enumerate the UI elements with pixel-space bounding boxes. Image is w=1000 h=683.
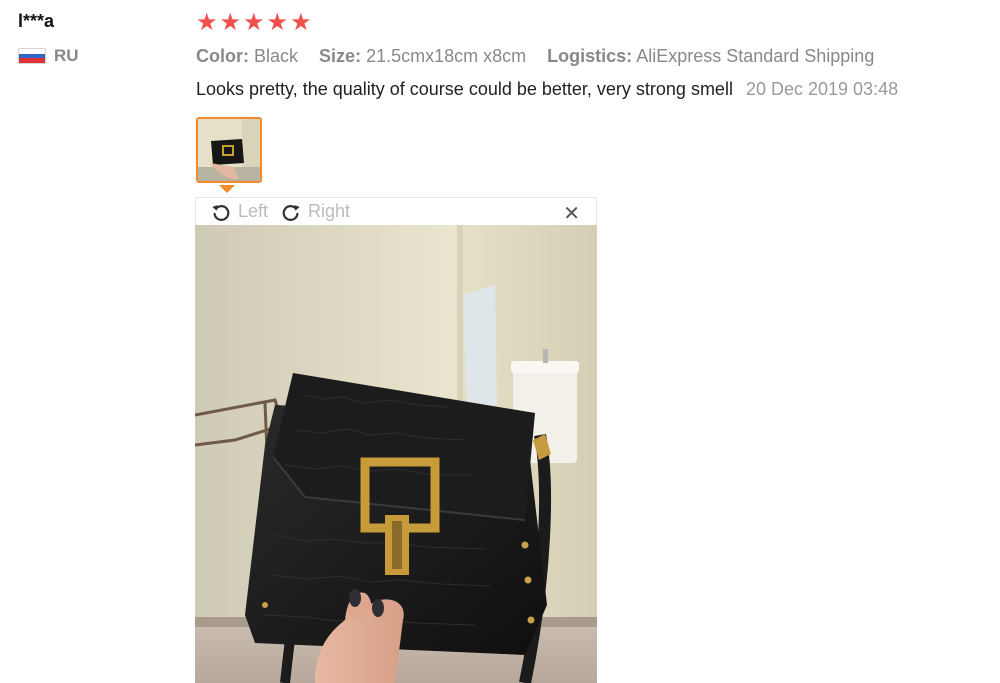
rotate-left-icon	[212, 204, 230, 221]
attr-color: Color: Black	[196, 46, 303, 66]
thumbnail-pointer	[219, 185, 235, 193]
star-icon: ★	[243, 9, 265, 36]
rotate-left-label: Left	[238, 201, 269, 221]
rotate-left-button[interactable]: Left	[210, 201, 268, 223]
attr-logistics: Logistics: AliExpress Standard Shipping	[547, 46, 874, 66]
rotate-right-icon	[282, 204, 300, 221]
order-attributes: Color: Black Size: 21.5cmx18cm x8cm Logi…	[196, 46, 986, 67]
review-body: ★ ★ ★ ★ ★ Color: Black Size: 21.5cmx18cm…	[196, 10, 986, 100]
review-date: 20 Dec 2019 03:48	[745, 79, 899, 99]
reviewer-info: l***a RU	[18, 10, 79, 66]
attr-value: 21.5cmx18cm x8cm	[366, 46, 527, 66]
review-photo-thumbnail[interactable]	[196, 117, 262, 183]
review-text-line: Looks pretty, the quality of course coul…	[196, 79, 986, 100]
star-icon: ★	[196, 9, 218, 36]
country-code: RU	[54, 46, 79, 65]
attr-size: Size: 21.5cmx18cm x8cm	[319, 46, 531, 66]
viewer-toolbar: Left Right ✕	[195, 197, 597, 225]
star-rating: ★ ★ ★ ★ ★	[196, 10, 986, 36]
star-icon: ★	[290, 9, 312, 36]
attr-value: AliExpress Standard Shipping	[636, 46, 875, 66]
russia-flag-icon	[18, 48, 46, 64]
attr-value: Black	[254, 46, 299, 66]
star-icon: ★	[219, 9, 242, 36]
rotate-right-button[interactable]: Right	[280, 201, 350, 223]
reviewer-country: RU	[18, 46, 79, 66]
handbag-photo-image	[195, 225, 597, 683]
reviewer-name: l***a	[18, 11, 55, 31]
handbag-thumbnail-image	[198, 119, 260, 181]
close-icon[interactable]: ✕	[563, 201, 580, 226]
review-text: Looks pretty, the quality of course coul…	[196, 79, 733, 99]
review-photo-large	[195, 225, 597, 683]
rotate-right-label: Right	[308, 201, 351, 221]
attr-label: Color:	[196, 46, 249, 66]
star-icon: ★	[266, 9, 289, 36]
image-viewer: Left Right ✕	[195, 197, 597, 683]
attr-label: Size:	[319, 46, 362, 66]
attr-label: Logistics:	[547, 46, 633, 66]
